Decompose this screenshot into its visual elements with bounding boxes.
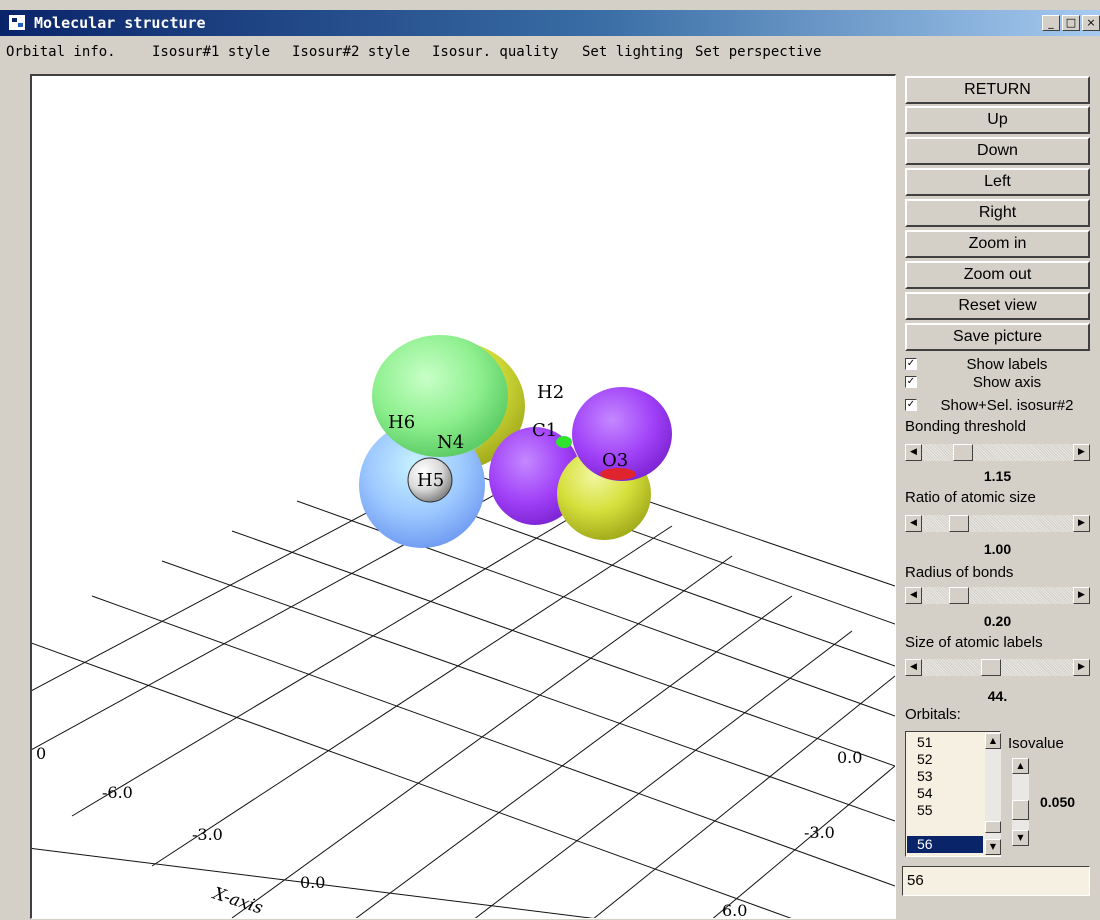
menu-isosur1-style[interactable]: Isosur#1 style (152, 44, 270, 60)
bond-radius-label: Radius of bonds (905, 564, 1014, 581)
left-button[interactable]: Left (905, 168, 1090, 196)
atomic-size-slider[interactable]: ◀ ▶ (905, 515, 1090, 532)
orbitals-list[interactable]: 51 52 53 54 55 56 ▲ ▼ (905, 731, 1001, 857)
atomic-size-label: Ratio of atomic size (905, 489, 1036, 506)
return-button[interactable]: RETURN (905, 76, 1090, 104)
list-item[interactable]: 53 (907, 768, 983, 785)
checkbox-label: Show labels (966, 356, 1048, 373)
atom-label: C1 (532, 420, 557, 441)
list-item[interactable]: 51 (907, 734, 983, 751)
molecule-viewport[interactable]: 0 -6.0 -3.0 0.0 0.0 -3.0 6.0 X-axis H6 N… (30, 74, 896, 919)
bonding-threshold-value: 1.15 (983, 468, 1012, 484)
minimize-button[interactable]: _ (1042, 15, 1060, 31)
slider-thumb[interactable] (953, 444, 973, 461)
atomic-size-value: 1.00 (983, 541, 1012, 557)
scroll-left-arrow-icon[interactable]: ◀ (905, 515, 922, 532)
window-title: Molecular structure (34, 14, 206, 32)
orbitals-list-scrollbar[interactable]: ▲ ▼ (985, 733, 1001, 855)
scroll-right-arrow-icon[interactable]: ▶ (1073, 587, 1090, 604)
isovalue-label: Isovalue (1008, 735, 1064, 752)
label-size-slider[interactable]: ◀ ▶ (905, 659, 1090, 676)
maximize-button[interactable]: □ (1062, 15, 1080, 31)
bond (556, 436, 572, 448)
bond-radius-value: 0.20 (983, 613, 1012, 629)
menu-set-perspective[interactable]: Set perspective (695, 44, 821, 60)
right-button[interactable]: Right (905, 199, 1090, 227)
axis-tick-label: 6.0 (722, 901, 747, 918)
label-size-value: 44. (987, 688, 1008, 704)
isovalue-value: 0.050 (1040, 794, 1076, 810)
orbital-number-input[interactable]: 56 (902, 866, 1090, 896)
checkbox-label: Show axis (972, 374, 1042, 391)
axis-tick-label: -6.0 (102, 783, 133, 802)
show-axis-checkbox[interactable]: ✓ Show axis (905, 374, 1095, 392)
zoom-out-button[interactable]: Zoom out (905, 261, 1090, 289)
close-button[interactable]: × (1082, 15, 1100, 31)
orbitals-label: Orbitals: (905, 706, 961, 723)
scroll-left-arrow-icon[interactable]: ◀ (905, 587, 922, 604)
axis-tick-label: 0.0 (837, 748, 862, 767)
zoom-in-button[interactable]: Zoom in (905, 230, 1090, 258)
x-axis-label: X-axis (209, 883, 266, 918)
down-button[interactable]: Down (905, 137, 1090, 165)
scroll-left-arrow-icon[interactable]: ◀ (905, 659, 922, 676)
slider-thumb[interactable] (981, 659, 1001, 676)
atom-label: N4 (437, 432, 464, 453)
menu-isosur2-style[interactable]: Isosur#2 style (292, 44, 410, 60)
list-item[interactable]: 54 (907, 785, 983, 802)
axis-tick-label: 0.0 (300, 873, 325, 892)
list-item-selected[interactable]: 56 (907, 836, 983, 853)
scroll-down-arrow-icon[interactable]: ▼ (985, 839, 1001, 855)
menu-set-lighting[interactable]: Set lighting (582, 44, 683, 60)
menu-isosur-quality[interactable]: Isosur. quality (432, 44, 558, 60)
list-item[interactable]: 52 (907, 751, 983, 768)
bonding-threshold-label: Bonding threshold (905, 418, 1026, 435)
scroll-up-arrow-icon[interactable]: ▲ (1012, 758, 1029, 774)
orbital-isosurfaces (359, 335, 672, 548)
axis-labels: 0 -6.0 -3.0 0.0 0.0 -3.0 6.0 X-axis (36, 744, 862, 918)
label-size-label: Size of atomic labels (905, 634, 1043, 651)
axis-tick-label: 0 (36, 744, 46, 763)
checkbox-box[interactable]: ✓ (905, 376, 917, 388)
show-labels-checkbox[interactable]: ✓ Show labels (905, 356, 1095, 374)
menu-bar: Orbital info. Isosur#1 style Isosur#2 st… (0, 40, 1100, 66)
checkbox-box[interactable]: ✓ (905, 399, 917, 411)
menu-orbital-info[interactable]: Orbital info. (6, 44, 116, 60)
scroll-thumb[interactable] (1012, 800, 1029, 820)
up-button[interactable]: Up (905, 106, 1090, 134)
app-icon (8, 14, 26, 31)
molecule-render: 0 -6.0 -3.0 0.0 0.0 -3.0 6.0 X-axis H6 N… (32, 335, 895, 918)
bonding-threshold-slider[interactable]: ◀ ▶ (905, 444, 1090, 461)
atom-label: O3 (602, 450, 628, 471)
atom-label: H6 (388, 412, 415, 433)
axis-tick-label: -3.0 (804, 823, 835, 842)
scroll-up-arrow-icon[interactable]: ▲ (985, 733, 1001, 749)
scroll-left-arrow-icon[interactable]: ◀ (905, 444, 922, 461)
slider-thumb[interactable] (949, 515, 969, 532)
bond-radius-slider[interactable]: ◀ ▶ (905, 587, 1090, 604)
scroll-right-arrow-icon[interactable]: ▶ (1073, 659, 1090, 676)
slider-thumb[interactable] (949, 587, 969, 604)
title-bar[interactable]: Molecular structure _ □ × (0, 10, 1100, 36)
reset-view-button[interactable]: Reset view (905, 292, 1090, 320)
atom-label: H2 (537, 382, 564, 403)
save-picture-button[interactable]: Save picture (905, 323, 1090, 351)
atom-label: H5 (417, 470, 444, 491)
list-item[interactable]: 55 (907, 802, 983, 819)
scroll-right-arrow-icon[interactable]: ▶ (1073, 515, 1090, 532)
checkbox-label: Show+Sel. isosur#2 (940, 397, 1074, 414)
scroll-right-arrow-icon[interactable]: ▶ (1073, 444, 1090, 461)
scroll-thumb[interactable] (985, 821, 1001, 833)
show-isosur2-checkbox[interactable]: ✓ Show+Sel. isosur#2 (905, 397, 1095, 415)
isovalue-scrollbar[interactable]: ▲ ▼ (1012, 758, 1029, 846)
checkbox-box[interactable]: ✓ (905, 358, 917, 370)
axis-tick-label: -3.0 (192, 825, 223, 844)
application-window: Molecular structure _ □ × Orbital info. … (0, 0, 1100, 920)
scroll-down-arrow-icon[interactable]: ▼ (1012, 830, 1029, 846)
